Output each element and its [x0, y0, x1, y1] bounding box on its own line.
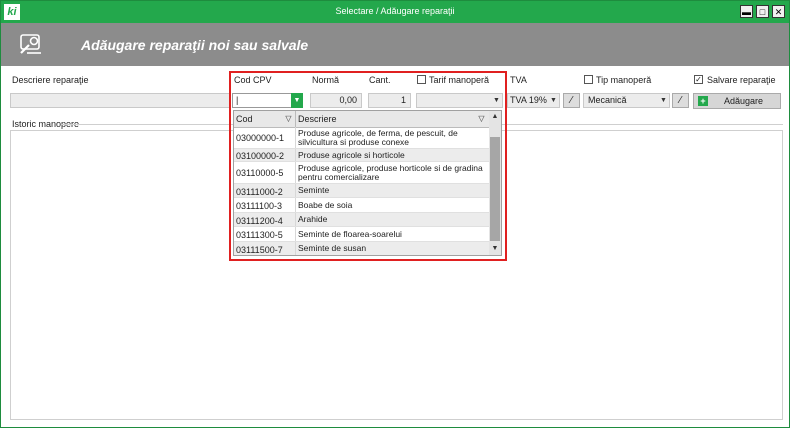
descriere-input[interactable] [10, 93, 230, 108]
chevron-down-icon: ▼ [660, 97, 667, 104]
title-bar[interactable]: ki Selectare / Adăugare reparaţii ▬ □ ✕ [1, 1, 789, 23]
salvare-checkbox[interactable]: ✓ [694, 75, 703, 84]
add-button[interactable]: + Adăugare [693, 93, 781, 109]
close-button[interactable]: ✕ [772, 5, 785, 18]
tip-checkbox[interactable] [584, 75, 593, 84]
header-band: Adăugare reparaţii noi sau salvale [1, 23, 789, 66]
edit-tva-button[interactable]: ⁄ [563, 93, 580, 108]
highlight-box [229, 71, 507, 261]
repair-tools-icon [20, 34, 41, 54]
pen-icon: ⁄ [570, 95, 573, 106]
tva-value: TVA 19% [510, 95, 547, 105]
maximize-button[interactable]: □ [756, 5, 769, 18]
tip-select[interactable]: Mecanică ▼ [583, 93, 670, 108]
page-title: Adăugare reparaţii noi sau salvale [81, 37, 309, 53]
tip-value: Mecanică [588, 95, 627, 105]
tip-label: Tip manoperă [596, 75, 652, 85]
edit-tip-button[interactable]: ⁄ [672, 93, 689, 108]
salvare-label: Salvare reparaţie [707, 75, 776, 85]
add-button-label: Adăugare [724, 96, 764, 106]
main-window: ki Selectare / Adăugare reparaţii ▬ □ ✕ … [0, 0, 790, 428]
tva-select[interactable]: TVA 19% ▼ [507, 93, 560, 108]
chevron-down-icon: ▼ [550, 97, 557, 104]
pen-icon: ⁄ [679, 95, 682, 106]
plus-icon: + [698, 96, 708, 106]
window-title: Selectare / Adăugare reparaţii [335, 6, 455, 16]
tva-label: TVA [510, 75, 527, 85]
descriere-label: Descriere reparaţie [12, 75, 89, 85]
minimize-button[interactable]: ▬ [740, 5, 753, 18]
